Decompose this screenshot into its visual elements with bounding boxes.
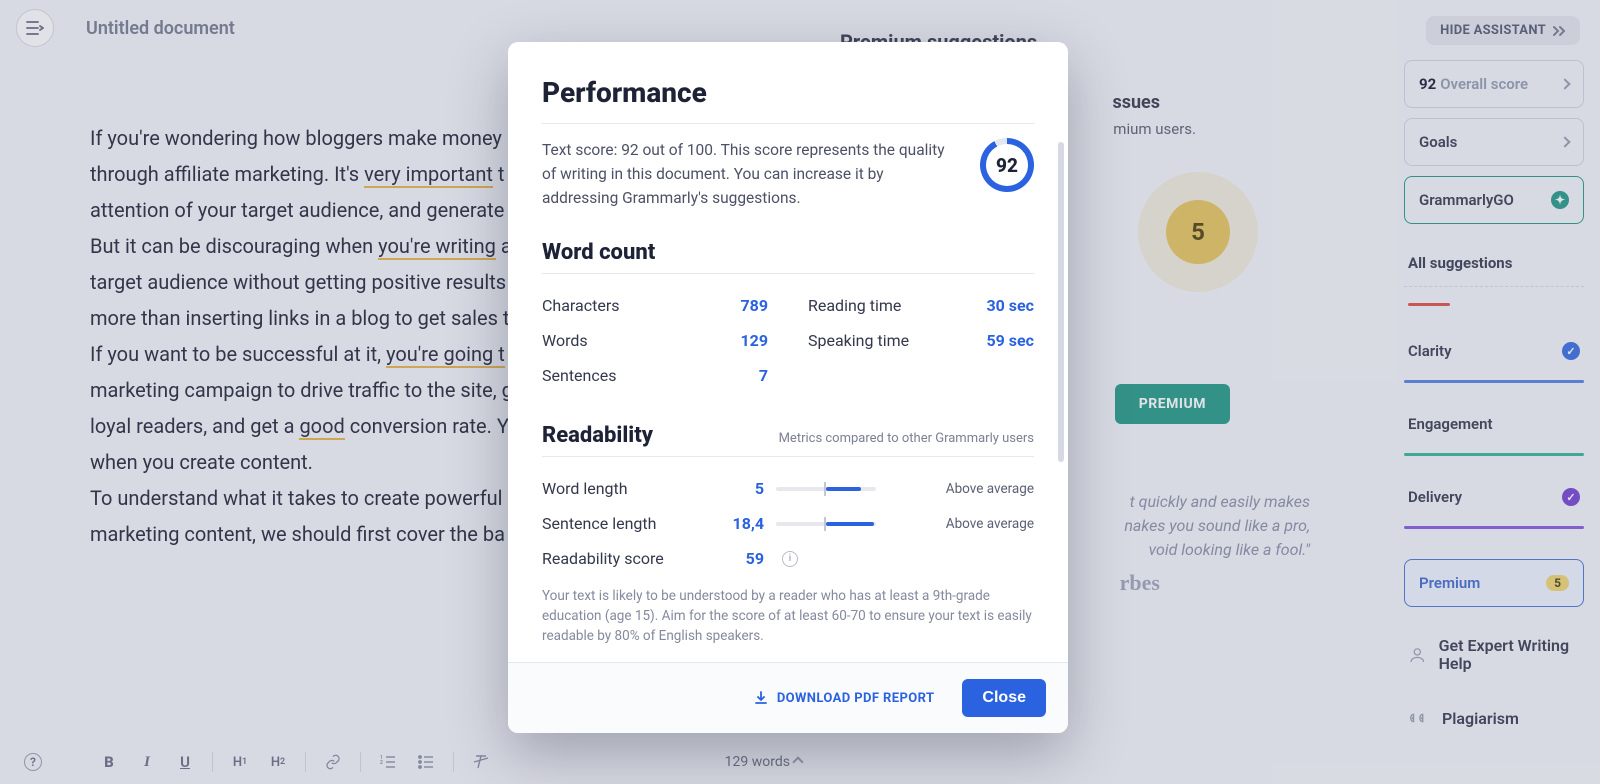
word-length-bar xyxy=(776,487,876,491)
download-icon xyxy=(753,690,769,706)
score-ring: 92 xyxy=(980,138,1034,192)
speaking-time-stat: Speaking time59 sec xyxy=(808,323,1034,358)
reading-time-stat: Reading time30 sec xyxy=(808,288,1034,323)
word-length-stat: Word length 5 Above average xyxy=(542,471,1034,506)
close-button[interactable]: Close xyxy=(962,679,1046,717)
performance-description: Text score: 92 out of 100. This score re… xyxy=(542,138,956,210)
words-stat: Words129 xyxy=(542,323,768,358)
readability-score-stat: Readability score 59 i xyxy=(542,541,1034,576)
readability-heading: Readability Metrics compared to other Gr… xyxy=(542,423,1034,448)
score-ring-value: 92 xyxy=(996,154,1018,177)
modal-scrollbar[interactable] xyxy=(1058,102,1064,622)
download-pdf-button[interactable]: DOWNLOAD PDF REPORT xyxy=(753,690,935,706)
info-icon[interactable]: i xyxy=(782,551,798,567)
readability-description: Your text is likely to be understood by … xyxy=(542,586,1034,646)
characters-stat: Characters789 xyxy=(542,288,768,323)
sentence-length-bar xyxy=(776,522,876,526)
performance-modal: Performance Text score: 92 out of 100. T… xyxy=(508,42,1068,733)
readability-subtitle: Metrics compared to other Grammarly user… xyxy=(779,431,1034,446)
sentence-length-stat: Sentence length 18,4 Above average xyxy=(542,506,1034,541)
sentences-stat: Sentences7 xyxy=(542,358,768,393)
modal-footer: DOWNLOAD PDF REPORT Close xyxy=(508,662,1068,733)
word-count-heading: Word count xyxy=(542,240,1034,265)
performance-heading: Performance xyxy=(542,76,1034,109)
